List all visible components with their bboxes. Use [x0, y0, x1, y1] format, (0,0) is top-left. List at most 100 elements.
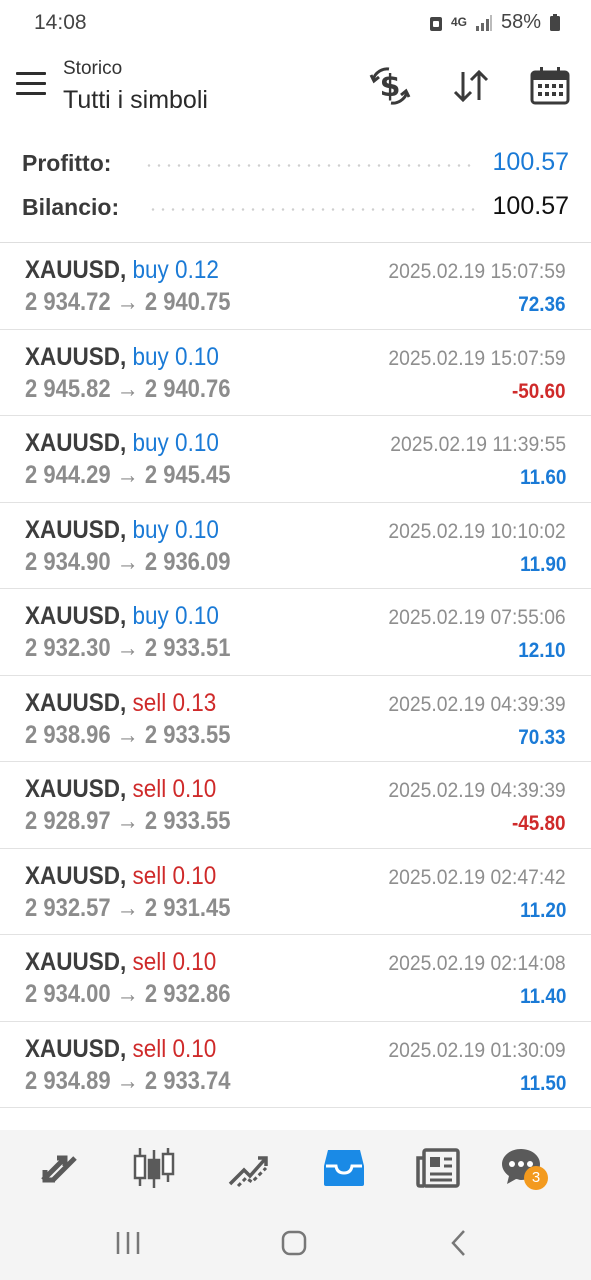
svg-text:$: $ [380, 69, 401, 104]
trade-symbol: XAUUSD, [25, 948, 127, 976]
back-icon[interactable] [440, 1228, 480, 1258]
trade-prices: 2 934.00 → 2 932.86 [25, 980, 231, 1008]
trade-symbol: XAUUSD, [25, 515, 127, 544]
trade-symbol-line: XAUUSD, sell 0.13 [25, 689, 216, 718]
battery-icon [550, 13, 560, 31]
trade-symbol: XAUUSD, [25, 256, 127, 284]
trade-symbol-line: XAUUSD, sell 0.10 [25, 1035, 216, 1064]
trade-symbol: XAUUSD, [25, 688, 127, 717]
status-right: 4G 58% [429, 11, 561, 34]
recent-apps-icon[interactable] [108, 1228, 148, 1258]
page-title: Tutti i simboli [63, 86, 208, 114]
trade-prices: 2 932.30 → 2 933.51 [25, 634, 231, 662]
chat-badge: 3 [524, 1166, 548, 1190]
trade-prices: 2 928.97 → 2 933.55 [25, 807, 231, 835]
trade-prices: 2 934.90 → 2 936.09 [25, 547, 231, 576]
trade-datetime: 2025.02.19 01:30:09 [388, 1038, 566, 1062]
trade-profit: -50.60 [512, 379, 566, 403]
trade-profit: 11.50 [519, 1071, 566, 1095]
balance-row: Bilancio: 100.57 [22, 188, 569, 224]
system-nav-bar [0, 1206, 591, 1280]
home-icon[interactable] [274, 1228, 314, 1258]
trade-row[interactable]: XAUUSD, sell 0.10 2 934.89 → 2 933.74 20… [0, 1022, 591, 1108]
trade-side: buy 0.10 [132, 515, 219, 544]
trade-symbol: XAUUSD, [25, 861, 127, 890]
exchange-dollar-icon[interactable]: $ [369, 66, 411, 106]
trade-symbol-line: XAUUSD, sell 0.10 [25, 862, 216, 891]
bottom-nav: 3 [0, 1130, 591, 1206]
trade-datetime: 2025.02.19 11:39:55 [390, 433, 566, 456]
sort-arrows-icon[interactable] [450, 66, 492, 106]
trade-symbol: XAUUSD, [25, 602, 127, 630]
trade-symbol-line: XAUUSD, buy 0.10 [25, 429, 219, 458]
trade-row[interactable]: XAUUSD, buy 0.12 2 934.72 → 2 940.75 202… [0, 243, 591, 330]
page-subtitle: Storico [63, 58, 123, 79]
trade-side: sell 0.10 [132, 775, 217, 803]
trade-side: buy 0.10 [132, 342, 219, 371]
trade-symbol: XAUUSD, [25, 775, 127, 803]
trade-datetime: 2025.02.19 02:14:08 [388, 952, 566, 975]
trade-icon[interactable] [224, 1146, 272, 1190]
status-time: 14:08 [34, 11, 87, 34]
trade-profit: 72.36 [518, 293, 566, 316]
trade-datetime: 2025.02.19 10:10:02 [388, 519, 566, 543]
menu-button[interactable] [16, 72, 46, 96]
profit-row: Profitto: 100.57 [22, 144, 569, 180]
trade-datetime: 2025.02.19 15:07:59 [388, 346, 566, 370]
trade-symbol-line: XAUUSD, buy 0.10 [25, 516, 219, 545]
status-bar: 14:08 4G 58% [0, 0, 591, 46]
trade-row[interactable]: XAUUSD, sell 0.13 2 938.96 → 2 933.55 20… [0, 676, 591, 762]
trade-datetime: 2025.02.19 07:55:06 [388, 606, 566, 629]
trade-symbol-line: XAUUSD, buy 0.12 [25, 256, 219, 285]
trade-side: sell 0.10 [132, 948, 217, 976]
profit-label: Profitto: [22, 150, 112, 176]
trade-datetime: 2025.02.19 04:39:39 [388, 779, 566, 802]
trade-row[interactable]: XAUUSD, sell 0.10 2 928.97 → 2 933.55 20… [0, 762, 591, 849]
trade-prices: 2 932.57 → 2 931.45 [25, 893, 231, 922]
summary-panel: Profitto: 100.57 Bilancio: 100.57 [0, 138, 591, 242]
trade-row[interactable]: XAUUSD, sell 0.10 2 932.57 → 2 931.45 20… [0, 849, 591, 935]
trade-datetime: 2025.02.19 15:07:59 [388, 260, 566, 283]
signal-icon [475, 14, 492, 31]
trade-datetime: 2025.02.19 02:47:42 [388, 865, 566, 889]
profit-value: 100.57 [492, 148, 569, 176]
trade-prices: 2 944.29 → 2 945.45 [25, 461, 231, 489]
chat-nav-item[interactable]: 3 [500, 1146, 548, 1190]
quotes-icon[interactable] [35, 1146, 83, 1190]
trade-symbol: XAUUSD, [25, 1034, 127, 1063]
chart-icon[interactable] [130, 1146, 178, 1190]
trade-side: buy 0.12 [132, 256, 219, 284]
trade-prices: 2 945.82 → 2 940.76 [25, 374, 231, 403]
trade-side: buy 0.10 [132, 429, 219, 457]
dotted-leader [144, 164, 477, 167]
app-header: Storico Tutti i simboli $ [0, 50, 591, 130]
calendar-icon[interactable] [529, 66, 571, 106]
trade-row[interactable]: XAUUSD, buy 0.10 2 945.82 → 2 940.76 202… [0, 330, 591, 416]
news-icon[interactable] [414, 1146, 462, 1190]
balance-value: 100.57 [492, 192, 569, 220]
trade-side: sell 0.10 [132, 1034, 217, 1063]
trade-list: XAUUSD, buy 0.12 2 934.72 → 2 940.75 202… [0, 242, 591, 1108]
trade-symbol-line: XAUUSD, sell 0.10 [25, 948, 216, 977]
trade-prices: 2 934.89 → 2 933.74 [25, 1066, 231, 1095]
trade-row[interactable]: XAUUSD, sell 0.10 2 934.00 → 2 932.86 20… [0, 935, 591, 1022]
lock-icon [429, 16, 442, 31]
history-icon[interactable] [320, 1146, 368, 1190]
trade-profit: 70.33 [518, 725, 566, 749]
trade-symbol: XAUUSD, [25, 429, 127, 457]
battery-percent: 58% [500, 11, 541, 33]
trade-row[interactable]: XAUUSD, buy 0.10 2 932.30 → 2 933.51 202… [0, 589, 591, 676]
trade-profit: 12.10 [518, 639, 566, 662]
trade-profit: 11.20 [519, 898, 566, 922]
balance-label: Bilancio: [22, 194, 120, 220]
trade-symbol-line: XAUUSD, sell 0.10 [25, 775, 216, 804]
trade-row[interactable]: XAUUSD, buy 0.10 2 934.90 → 2 936.09 202… [0, 503, 591, 589]
trade-symbol-line: XAUUSD, buy 0.10 [25, 602, 219, 631]
network-label: 4G [450, 15, 467, 29]
trade-side: buy 0.10 [132, 602, 219, 630]
trade-row[interactable]: XAUUSD, buy 0.10 2 944.29 → 2 945.45 202… [0, 416, 591, 503]
trade-side: sell 0.10 [132, 861, 217, 890]
trade-symbol-line: XAUUSD, buy 0.10 [25, 343, 219, 372]
trade-symbol: XAUUSD, [25, 342, 127, 371]
trade-datetime: 2025.02.19 04:39:39 [388, 692, 566, 716]
